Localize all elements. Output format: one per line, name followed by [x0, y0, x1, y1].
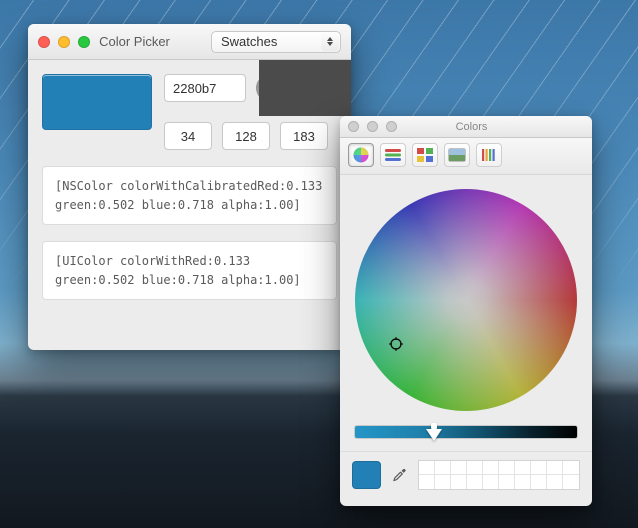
swatch-row — [340, 451, 592, 502]
toolbar-dark-area — [259, 60, 351, 116]
color-picker-mode-toolbar — [340, 138, 592, 175]
swatch-cell[interactable] — [483, 461, 499, 475]
swatch-cell[interactable] — [467, 475, 483, 489]
color-sliders-tab[interactable] — [380, 143, 406, 167]
swatch-cell[interactable] — [563, 475, 579, 489]
pencils-tab[interactable] — [476, 143, 502, 167]
window-title: Color Picker — [58, 34, 211, 49]
chevron-up-down-icon — [321, 33, 339, 51]
color-wheel-area — [340, 175, 592, 417]
format-select[interactable]: Swatches — [211, 31, 341, 53]
close-icon[interactable] — [38, 36, 50, 48]
colors-panel-window: Colors — [340, 116, 592, 506]
color-wheel-tab[interactable] — [348, 143, 374, 167]
blue-field[interactable] — [280, 122, 328, 150]
swatch-cell[interactable] — [499, 461, 515, 475]
brightness-slider-area — [340, 417, 592, 451]
swatch-cell[interactable] — [451, 461, 467, 475]
color-palettes-tab[interactable] — [412, 143, 438, 167]
swatch-cell[interactable] — [419, 475, 435, 489]
color-wheel-icon — [352, 146, 370, 164]
wheel-cursor-icon — [389, 337, 403, 351]
eyedropper-icon[interactable] — [391, 465, 408, 485]
image-icon — [448, 148, 466, 162]
color-picker-window: Color Picker Swatches — [28, 24, 351, 350]
current-color-swatch[interactable] — [352, 461, 381, 489]
nscolor-code[interactable]: [NSColor colorWithCalibratedRed:0.133 gr… — [42, 166, 337, 225]
colors-titlebar[interactable]: Colors — [340, 116, 592, 138]
brightness-thumb[interactable] — [426, 422, 442, 442]
red-field[interactable] — [164, 122, 212, 150]
green-field[interactable] — [222, 122, 270, 150]
pencils-icon — [480, 147, 498, 163]
titlebar[interactable]: Color Picker Swatches — [28, 24, 351, 60]
swatch-cell[interactable] — [547, 461, 563, 475]
swatch-cell[interactable] — [435, 461, 451, 475]
close-icon[interactable] — [348, 121, 359, 132]
color-wheel[interactable] — [355, 189, 577, 411]
image-palettes-tab[interactable] — [444, 143, 470, 167]
colors-window-title: Colors — [359, 121, 584, 133]
sliders-icon — [384, 148, 402, 162]
swatch-cell[interactable] — [515, 475, 531, 489]
saved-swatches-grid[interactable] — [418, 460, 580, 490]
uicolor-code[interactable]: [UIColor colorWithRed:0.133 green:0.502 … — [42, 241, 337, 300]
swatch-cell[interactable] — [531, 475, 547, 489]
color-preview-swatch[interactable] — [42, 74, 152, 130]
swatch-cell[interactable] — [547, 475, 563, 489]
swatch-cell[interactable] — [435, 475, 451, 489]
swatch-cell[interactable] — [563, 461, 579, 475]
swatch-cell[interactable] — [531, 461, 547, 475]
swatch-cell[interactable] — [451, 475, 467, 489]
swatch-cell[interactable] — [467, 461, 483, 475]
hex-field[interactable] — [164, 74, 246, 102]
swatch-cell[interactable] — [515, 461, 531, 475]
swatch-cell[interactable] — [499, 475, 515, 489]
swatch-cell[interactable] — [483, 475, 499, 489]
palettes-icon — [416, 147, 434, 163]
brightness-slider[interactable] — [354, 425, 578, 439]
swatch-cell[interactable] — [419, 461, 435, 475]
